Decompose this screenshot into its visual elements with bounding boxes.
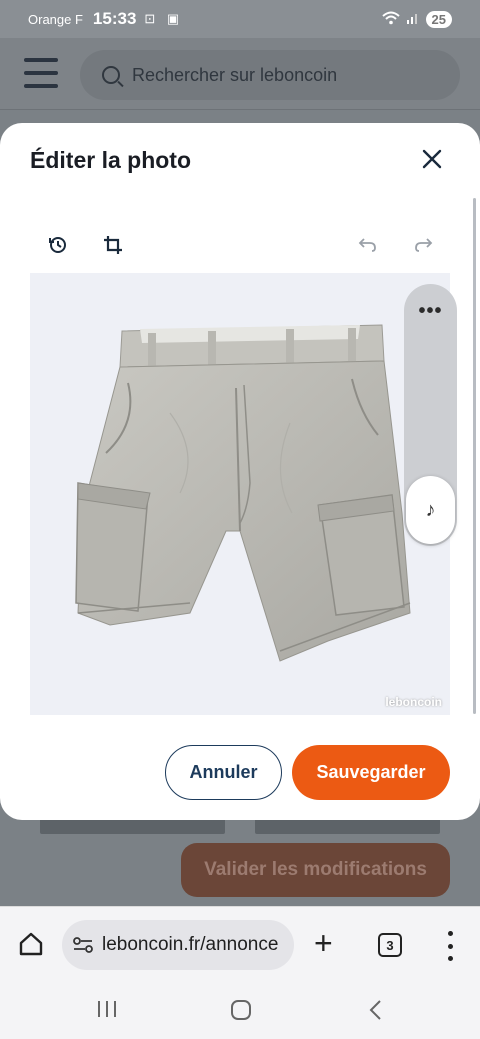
validate-changes-button[interactable]: Valider les modifications: [181, 843, 450, 897]
address-bar[interactable]: leboncoin.fr/annonce: [62, 920, 294, 970]
cancel-button[interactable]: Annuler: [165, 745, 282, 800]
home-icon[interactable]: [18, 931, 44, 962]
hamburger-menu-icon[interactable]: [24, 58, 58, 88]
shorts-photo: [75, 324, 411, 662]
recent-apps-icon[interactable]: [96, 999, 118, 1025]
status-bar: Orange F 15:33 ⊡ ▣ 25: [0, 0, 480, 38]
search-placeholder: Rechercher sur leboncoin: [132, 64, 338, 85]
tab-switcher-button[interactable]: 3: [378, 933, 402, 957]
home-button-icon[interactable]: [230, 999, 252, 1027]
modal-title: Éditer la photo: [30, 147, 191, 173]
photo-thumbnail: [255, 818, 440, 834]
new-tab-icon[interactable]: +: [314, 927, 333, 959]
browser-toolbar: leboncoin.fr/annonce + 3: [0, 906, 480, 984]
watermark-logo: leboncoin: [385, 695, 442, 709]
scrollbar[interactable]: [473, 198, 476, 714]
undo-icon[interactable]: [356, 233, 380, 257]
save-button[interactable]: Sauvegarder: [292, 745, 450, 800]
more-options-icon[interactable]: •••: [404, 300, 457, 323]
wifi-icon: [381, 11, 400, 28]
site-settings-icon[interactable]: [72, 936, 94, 954]
search-icon: [102, 66, 120, 84]
clock: 15:33: [92, 9, 137, 28]
system-navigation-bar: [0, 984, 480, 1039]
signal-icon: [406, 11, 420, 28]
carrier-name: Orange F: [28, 11, 83, 27]
browser-menu-icon[interactable]: [440, 931, 460, 961]
crop-icon[interactable]: [101, 233, 125, 257]
url-text: leboncoin.fr/annonce: [102, 934, 279, 955]
close-icon[interactable]: [418, 145, 446, 173]
photo-thumbnail: [40, 818, 225, 834]
site-header: Rechercher sur leboncoin: [0, 38, 480, 110]
rotate-icon[interactable]: [46, 233, 70, 257]
music-note-icon[interactable]: ♪: [406, 476, 455, 544]
search-bar[interactable]: Rechercher sur leboncoin: [80, 50, 460, 100]
photo-preview: leboncoin: [30, 273, 450, 715]
battery-indicator: 25: [425, 10, 452, 28]
notification-icons: ⊡ ▣: [144, 11, 184, 26]
back-icon[interactable]: [368, 999, 384, 1027]
redo-icon[interactable]: [411, 233, 435, 257]
floating-volume-panel[interactable]: ••• ♪: [404, 284, 457, 546]
